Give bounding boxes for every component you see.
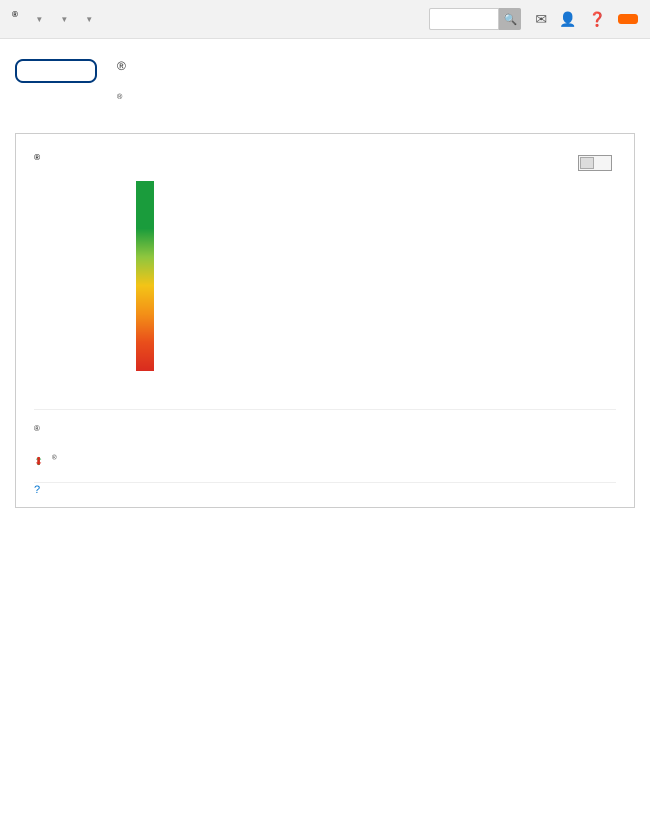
score-heading: ® ® [117, 59, 126, 108]
envelope-icon: ✉ [535, 11, 547, 28]
question-icon: ? [34, 483, 40, 498]
search-icon: 🔍 [504, 14, 518, 26]
help-icon: ❓ [589, 11, 606, 28]
help-link[interactable]: ❓ [589, 11, 606, 28]
nav-rewards[interactable]: ▼ [57, 15, 68, 24]
panel-title: ® [34, 152, 40, 169]
footnote [34, 482, 616, 493]
table-view-toggle [574, 152, 616, 171]
logo: ® [12, 10, 18, 28]
chart-area [34, 181, 616, 391]
history-panel: ® ® [15, 133, 635, 508]
line-chart[interactable] [164, 181, 616, 391]
score-badge [15, 59, 97, 108]
profile-link[interactable]: 👤 [559, 11, 576, 28]
utility-nav: ✉ 👤 ❓ [535, 11, 638, 28]
key-factors: ® ⬆ ⬇ ® ? [34, 409, 616, 493]
content: ® ® ® [0, 39, 650, 518]
header: ® ▼ ▼ ▼ 🔍 ✉ 👤 ❓ [0, 0, 650, 39]
messages-link[interactable]: ✉ [535, 11, 547, 28]
chevron-down-icon: ▼ [60, 15, 68, 24]
logout-button[interactable] [618, 14, 638, 24]
page-title: ® [117, 59, 126, 84]
search-input[interactable] [429, 8, 499, 30]
score-bands [34, 181, 154, 391]
chevron-down-icon: ▼ [35, 15, 43, 24]
factors-heading: ® [34, 424, 40, 439]
chevron-down-icon: ▼ [85, 15, 93, 24]
arrow-down-icon: ⬇ [34, 455, 43, 470]
person-icon: 👤 [559, 11, 576, 28]
nav-activity[interactable]: ▼ [32, 15, 43, 24]
score-gradient [136, 181, 154, 371]
nav-account[interactable]: ▼ [82, 15, 93, 24]
score-summary: ® ® [15, 59, 635, 108]
search-box: 🔍 [429, 8, 521, 30]
search-button[interactable]: 🔍 [499, 8, 521, 30]
toggle-switch[interactable] [578, 155, 612, 171]
